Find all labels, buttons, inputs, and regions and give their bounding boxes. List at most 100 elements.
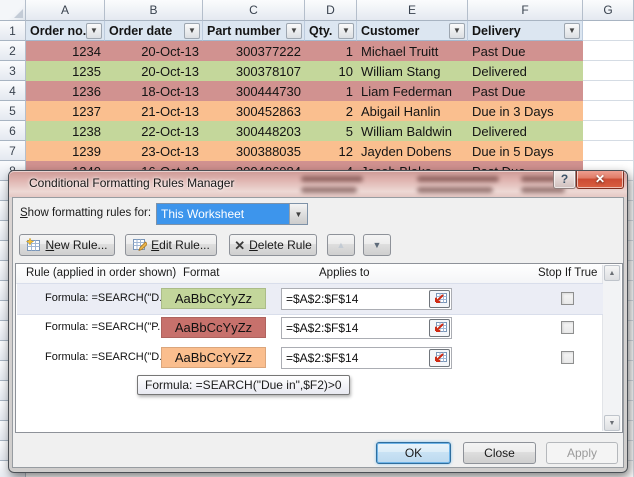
new-rule-button[interactable]: New Rule... <box>19 234 115 256</box>
col-header-B[interactable]: B <box>105 0 203 21</box>
cell-D3[interactable]: 10 <box>305 61 357 81</box>
cell-A7[interactable]: 1239 <box>26 141 105 161</box>
stop-if-true-checkbox[interactable] <box>561 321 574 334</box>
stop-if-true-checkbox[interactable] <box>561 351 574 364</box>
cell-G7[interactable] <box>583 141 634 161</box>
scroll-up-icon[interactable]: ▲ <box>604 265 620 281</box>
cell-G6[interactable] <box>583 121 634 141</box>
range-selector-button[interactable] <box>429 319 450 337</box>
cell-A6[interactable]: 1238 <box>26 121 105 141</box>
cell-D5[interactable]: 2 <box>305 101 357 121</box>
cell-D4[interactable]: 1 <box>305 81 357 101</box>
cell-G1[interactable] <box>583 21 634 41</box>
cell-F3[interactable]: Delivered <box>468 61 583 81</box>
cell-D6[interactable]: 5 <box>305 121 357 141</box>
cell-F1[interactable]: Delivery▼ <box>468 21 583 41</box>
filter-button-E1[interactable]: ▼ <box>449 23 465 39</box>
row-header-1[interactable]: 1 <box>0 21 26 41</box>
col-header-D[interactable]: D <box>305 0 357 21</box>
cell-B6[interactable]: 22-Oct-13 <box>105 121 203 141</box>
cell-A1[interactable]: Order no.▼ <box>26 21 105 41</box>
col-header-G[interactable]: G <box>583 0 634 21</box>
stop-if-true-checkbox[interactable] <box>561 292 574 305</box>
cell-B1[interactable]: Order date▼ <box>105 21 203 41</box>
row-header-4[interactable]: 4 <box>0 81 26 101</box>
cell-E7[interactable]: Jayden Dobens <box>357 141 468 161</box>
cell-A3[interactable]: 1235 <box>26 61 105 81</box>
cell-C6[interactable]: 300448203 <box>203 121 305 141</box>
cell-A4[interactable]: 1236 <box>26 81 105 101</box>
filter-button-F1[interactable]: ▼ <box>564 23 580 39</box>
cell-F2[interactable]: Past Due <box>468 41 583 61</box>
col-header-C[interactable]: C <box>203 0 305 21</box>
cell-B2[interactable]: 20-Oct-13 <box>105 41 203 61</box>
applies-to-input[interactable]: =$A$2:$F$14 <box>281 347 452 369</box>
ok-button[interactable]: OK <box>376 442 451 464</box>
cell-C4[interactable]: 300444730 <box>203 81 305 101</box>
rules-list-scrollbar[interactable]: ▲ ▼ <box>602 265 621 431</box>
close-window-button[interactable]: ✕ <box>576 171 624 189</box>
col-header-E[interactable]: E <box>357 0 468 21</box>
range-selector-button[interactable] <box>429 349 450 367</box>
cell-E5[interactable]: Abigail Hanlin <box>357 101 468 121</box>
range-selector-icon <box>432 352 447 365</box>
rule-row[interactable]: Formula: =SEARCH("D...AaBbCcYyZz=$A$2:$F… <box>17 283 603 315</box>
cell-G4[interactable] <box>583 81 634 101</box>
row-header-6[interactable]: 6 <box>0 121 26 141</box>
applies-to-input[interactable]: =$A$2:$F$14 <box>281 288 452 310</box>
row-header-3[interactable]: 3 <box>0 61 26 81</box>
rule-row[interactable]: Formula: =SEARCH("P...AaBbCcYyZz=$A$2:$F… <box>17 313 603 343</box>
cell-G3[interactable] <box>583 61 634 81</box>
range-selector-button[interactable] <box>429 290 450 308</box>
cell-A5[interactable]: 1237 <box>26 101 105 121</box>
row-header-2[interactable]: 2 <box>0 41 26 61</box>
col-header-A[interactable]: A <box>26 0 105 21</box>
cell-F6[interactable]: Delivered <box>468 121 583 141</box>
cell-C5[interactable]: 300452863 <box>203 101 305 121</box>
cell-B7[interactable]: 23-Oct-13 <box>105 141 203 161</box>
cell-C1[interactable]: Part number▼ <box>203 21 305 41</box>
row-header-5[interactable]: 5 <box>0 101 26 121</box>
scroll-down-icon[interactable]: ▼ <box>604 415 620 431</box>
help-button[interactable]: ? <box>553 171 576 189</box>
filter-button-D1[interactable]: ▼ <box>338 23 354 39</box>
cell-B4[interactable]: 18-Oct-13 <box>105 81 203 101</box>
col-header-F[interactable]: F <box>468 0 583 21</box>
cell-B3[interactable]: 20-Oct-13 <box>105 61 203 81</box>
cell-C2[interactable]: 300377222 <box>203 41 305 61</box>
move-down-button[interactable]: ▼ <box>363 234 391 256</box>
close-label: Close <box>484 446 515 460</box>
select-all-corner[interactable] <box>0 0 26 21</box>
dialog-title-bar[interactable]: Conditional Formatting Rules Manager ? ✕ <box>9 171 627 197</box>
cell-B5[interactable]: 21-Oct-13 <box>105 101 203 121</box>
cell-A2[interactable]: 1234 <box>26 41 105 61</box>
cell-E2[interactable]: Michael Truitt <box>357 41 468 61</box>
edit-rule-button[interactable]: Edit Rule... <box>125 234 217 256</box>
delete-rule-button[interactable]: ✕ Delete Rule <box>229 234 317 256</box>
cell-F5[interactable]: Due in 3 Days <box>468 101 583 121</box>
filter-button-B1[interactable]: ▼ <box>184 23 200 39</box>
cell-C3[interactable]: 300378107 <box>203 61 305 81</box>
cell-C7[interactable]: 300388035 <box>203 141 305 161</box>
cell-D7[interactable]: 12 <box>305 141 357 161</box>
cell-F4[interactable]: Past Due <box>468 81 583 101</box>
row-header-7[interactable]: 7 <box>0 141 26 161</box>
filter-button-A1[interactable]: ▼ <box>86 23 102 39</box>
cell-D1[interactable]: Qty.▼ <box>305 21 357 41</box>
cell-E3[interactable]: William Stang <box>357 61 468 81</box>
cell-E4[interactable]: Liam Federman <box>357 81 468 101</box>
cell-G5[interactable] <box>583 101 634 121</box>
cell-D2[interactable]: 1 <box>305 41 357 61</box>
cell-E6[interactable]: William Baldwin <box>357 121 468 141</box>
move-up-button[interactable]: ▲ <box>327 234 355 256</box>
apply-button[interactable]: Apply <box>546 442 618 464</box>
filter-button-C1[interactable]: ▼ <box>286 23 302 39</box>
applies-to-input[interactable]: =$A$2:$F$14 <box>281 317 452 339</box>
rule-row[interactable]: Formula: =SEARCH("D...AaBbCcYyZz=$A$2:$F… <box>17 343 603 373</box>
show-rules-dropdown[interactable]: This Worksheet ▼ <box>156 203 308 225</box>
close-button[interactable]: Close <box>463 442 536 464</box>
cell-E1[interactable]: Customer▼ <box>357 21 468 41</box>
cell-G2[interactable] <box>583 41 634 61</box>
cell-F7[interactable]: Due in 5 Days <box>468 141 583 161</box>
chevron-down-icon[interactable]: ▼ <box>289 204 307 224</box>
